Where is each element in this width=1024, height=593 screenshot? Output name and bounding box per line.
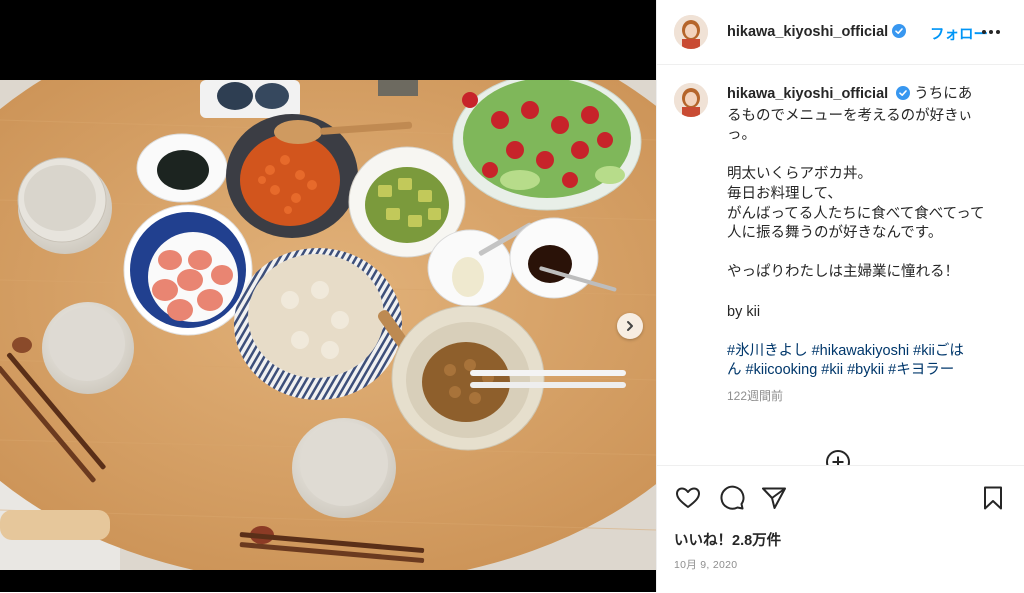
caption-line: うちにあ bbox=[914, 86, 973, 102]
post-media bbox=[0, 0, 656, 592]
caption-line: 人に振る舞うのが好きなんです。 bbox=[727, 225, 943, 242]
share-icon bbox=[762, 487, 786, 509]
add-circle-icon bbox=[826, 450, 850, 465]
caption-line: 明太いくらアボカ丼。 bbox=[727, 166, 872, 183]
caption-line: by kii bbox=[727, 303, 761, 320]
comment-button[interactable] bbox=[718, 484, 746, 512]
comment-icon bbox=[720, 485, 745, 510]
header-username[interactable]: hikawa_kiyoshi_official bbox=[727, 24, 907, 42]
post-caption: hikawa_kiyoshi_official うちにあ るものでメニューを考え… bbox=[727, 85, 1017, 407]
verified-badge-icon bbox=[896, 86, 911, 107]
caption-line: っ。 bbox=[727, 127, 756, 144]
post-actions: いいね！2.8万件 10月 9, 2020 bbox=[657, 465, 1024, 593]
comments-area: hikawa_kiyoshi_official うちにあ るものでメニューを考え… bbox=[657, 65, 1024, 465]
time-ago[interactable]: 122週間前 bbox=[727, 387, 1017, 407]
hashtags[interactable]: #氷川きよし #hikawakiyoshi #kiiごは bbox=[727, 342, 1017, 362]
post-date[interactable]: 10月 9, 2020 bbox=[674, 557, 737, 572]
post-photo[interactable] bbox=[0, 80, 656, 570]
hashtags[interactable]: ん #kiicooking #kii #bykii #キヨラー bbox=[727, 361, 1017, 381]
like-button[interactable] bbox=[674, 484, 702, 512]
more-options-icon bbox=[982, 30, 1000, 34]
verified-badge-icon bbox=[892, 24, 907, 42]
caption-username[interactable]: hikawa_kiyoshi_official bbox=[727, 86, 888, 102]
more-options-button[interactable] bbox=[977, 22, 1005, 42]
caption-avatar[interactable] bbox=[674, 83, 708, 117]
heart-icon bbox=[676, 487, 700, 508]
save-button[interactable] bbox=[979, 484, 1007, 512]
likes-count[interactable]: いいね！2.8万件 bbox=[674, 529, 781, 550]
caption-line: 毎日お料理して、 bbox=[727, 185, 842, 202]
load-more-comments-button[interactable] bbox=[825, 449, 851, 465]
post-header: hikawa_kiyoshi_official フォロー bbox=[657, 0, 1024, 65]
next-image-button[interactable] bbox=[617, 313, 643, 339]
caption-line: るものでメニューを考えるのが好きぃ bbox=[727, 107, 973, 124]
username-text[interactable]: hikawa_kiyoshi_official bbox=[727, 24, 888, 40]
share-button[interactable] bbox=[760, 484, 788, 512]
chevron-right-icon bbox=[627, 321, 633, 331]
caption-line: がんばってる人たちに食べて食べてって bbox=[727, 205, 985, 222]
bookmark-icon bbox=[984, 486, 1002, 510]
food-table-image bbox=[0, 80, 656, 570]
avatar[interactable] bbox=[674, 15, 708, 49]
caption-line: やっぱりわたしは主婦業に憧れる！ bbox=[727, 264, 959, 281]
post-side-panel: hikawa_kiyoshi_official フォロー hikawa_kiyo… bbox=[656, 0, 1024, 592]
